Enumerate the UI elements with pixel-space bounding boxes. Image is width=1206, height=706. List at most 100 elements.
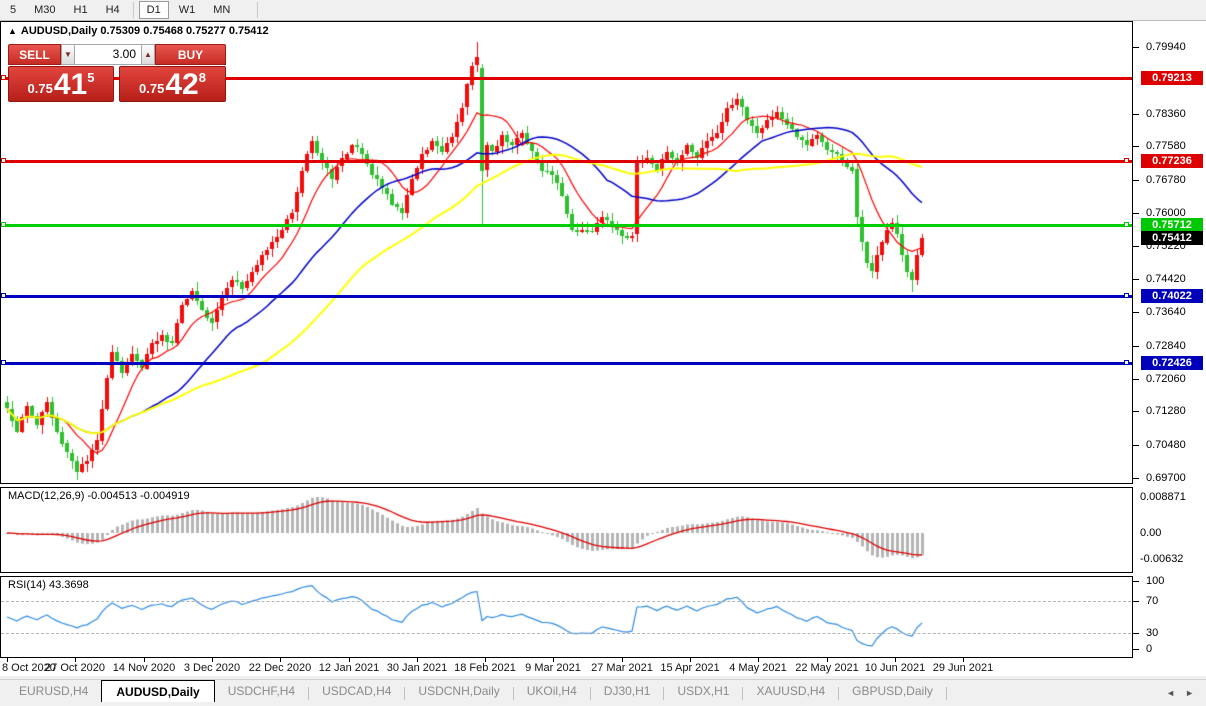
date-axis-label: 18 Feb 2021 bbox=[454, 662, 516, 674]
level-line-left-marker[interactable] bbox=[1, 158, 6, 163]
one-click-trading-panel: SELL ▼ 3.00 ▲ BUY 0.75 41 5 0.75 42 8 bbox=[8, 44, 226, 102]
tab-usdx-h1[interactable]: USDX,H1 bbox=[664, 680, 742, 701]
tabs-scroll-left-icon[interactable]: ◄ bbox=[1166, 688, 1175, 698]
level-line-left-marker[interactable] bbox=[1, 222, 6, 227]
rsi-axis-label: 0 bbox=[1146, 643, 1153, 655]
volume-decrease-button[interactable]: ▼ bbox=[61, 44, 75, 65]
price-badge: 0.74022 bbox=[1141, 289, 1203, 303]
rsi-axis-tick bbox=[1133, 581, 1139, 582]
tab-scroll-arrows: ◄ ► bbox=[1166, 680, 1206, 706]
price-axis-tick bbox=[1133, 279, 1139, 280]
date-axis-label: 22 Dec 2020 bbox=[248, 662, 312, 674]
rsi-axis-tick bbox=[1133, 649, 1139, 650]
price-axis-label: 0.73640 bbox=[1146, 306, 1186, 318]
price-axis-tick bbox=[1133, 114, 1139, 115]
rsi-label: RSI(14) 43.3698 bbox=[8, 579, 89, 591]
tab-audusd-daily[interactable]: AUDUSD,Daily bbox=[101, 680, 215, 702]
level-line-left-marker[interactable] bbox=[1, 293, 6, 298]
tabs-scroll-right-icon[interactable]: ► bbox=[1185, 688, 1194, 698]
price-axis-tick bbox=[1133, 445, 1139, 446]
level-line-left-marker[interactable] bbox=[1, 360, 6, 365]
tab-usdchf-h4[interactable]: USDCHF,H4 bbox=[215, 680, 308, 701]
price-axis-label: 0.76780 bbox=[1146, 174, 1186, 186]
horizontal-level-line[interactable] bbox=[0, 159, 1132, 163]
level-line-right-marker[interactable] bbox=[1124, 293, 1129, 298]
date-axis-label: 30 Jan 2021 bbox=[386, 662, 448, 674]
date-axis-label: 15 Apr 2021 bbox=[660, 662, 720, 674]
date-axis-label: 10 Jun 2021 bbox=[864, 662, 926, 674]
sell-price-pip: 5 bbox=[87, 70, 95, 85]
macd-axis-max: 0.008871 bbox=[1140, 491, 1186, 503]
horizontal-level-line[interactable] bbox=[0, 361, 1132, 365]
rsi-level-line bbox=[1, 633, 1131, 634]
horizontal-level-line[interactable] bbox=[0, 294, 1132, 298]
chart-title-text: AUDUSD,Daily 0.75309 0.75468 0.75277 0.7… bbox=[20, 25, 269, 37]
price-axis-tick bbox=[1133, 47, 1139, 48]
tab-usdcad-h4[interactable]: USDCAD,H4 bbox=[309, 680, 404, 701]
tab-dj30-h1[interactable]: DJ30,H1 bbox=[591, 680, 664, 701]
date-axis-label: 29 Jun 2021 bbox=[932, 662, 994, 674]
date-axis-label: 3 Dec 2020 bbox=[183, 662, 241, 674]
price-axis-tick bbox=[1133, 346, 1139, 347]
date-axis-label: 14 Nov 2020 bbox=[112, 662, 176, 674]
buy-price-box[interactable]: 0.75 42 8 bbox=[119, 66, 226, 102]
collapse-arrow-icon[interactable]: ▲ bbox=[8, 26, 17, 36]
rsi-axis-label: 100 bbox=[1146, 575, 1165, 587]
tab-eurusd-h4[interactable]: EURUSD,H4 bbox=[6, 680, 101, 701]
price-axis-tick bbox=[1133, 246, 1139, 247]
date-axis-label: 27 Mar 2021 bbox=[591, 662, 653, 674]
chart-canvas[interactable] bbox=[0, 0, 1206, 705]
level-line-right-marker[interactable] bbox=[1124, 360, 1129, 365]
buy-price-pip: 8 bbox=[198, 70, 206, 85]
buy-price-main: 42 bbox=[165, 68, 199, 101]
price-axis-tick bbox=[1133, 146, 1139, 147]
tab-usdcnh-daily[interactable]: USDCNH,Daily bbox=[405, 680, 512, 701]
horizontal-level-line[interactable] bbox=[0, 223, 1132, 227]
volume-increase-button[interactable]: ▲ bbox=[141, 44, 155, 65]
price-axis-tick bbox=[1133, 312, 1139, 313]
price-axis-label: 0.70480 bbox=[1146, 439, 1186, 451]
date-axis-label: 22 May 2021 bbox=[795, 662, 859, 674]
sell-price-box[interactable]: 0.75 41 5 bbox=[8, 66, 114, 102]
tab-gbpusd-daily[interactable]: GBPUSD,Daily bbox=[839, 680, 946, 701]
level-line-left-marker[interactable] bbox=[1, 75, 6, 80]
price-axis-tick bbox=[1133, 379, 1139, 380]
date-axis-label: 27 Oct 2020 bbox=[45, 662, 105, 674]
price-axis-tick bbox=[1133, 478, 1139, 479]
sell-button[interactable]: SELL bbox=[8, 44, 61, 65]
price-axis-label: 0.79940 bbox=[1146, 41, 1186, 53]
price-badge: 0.79213 bbox=[1141, 71, 1203, 85]
price-axis-label: 0.72060 bbox=[1146, 373, 1186, 385]
volume-input[interactable]: 3.00 bbox=[75, 44, 141, 65]
price-axis-tick bbox=[1133, 180, 1139, 181]
price-axis-label: 0.77580 bbox=[1146, 140, 1186, 152]
date-axis-label: 9 Mar 2021 bbox=[525, 662, 581, 674]
rsi-axis-tick bbox=[1133, 601, 1139, 602]
date-axis-label: 4 May 2021 bbox=[729, 662, 787, 674]
price-axis-label: 0.78360 bbox=[1146, 108, 1186, 120]
price-badge: 0.75712 bbox=[1141, 218, 1203, 232]
tab-ukoil-h4[interactable]: UKOil,H4 bbox=[514, 680, 590, 701]
price-badge: 0.75412 bbox=[1141, 231, 1203, 245]
price-badge: 0.77236 bbox=[1141, 154, 1203, 168]
volume-spinner: ▼ 3.00 ▲ bbox=[61, 44, 155, 65]
tab-xauusd-h4[interactable]: XAUUSD,H4 bbox=[743, 680, 838, 701]
sell-price-main: 41 bbox=[53, 68, 88, 101]
price-axis-label: 0.69700 bbox=[1146, 472, 1186, 484]
price-axis-tick bbox=[1133, 213, 1139, 214]
rsi-level-line bbox=[1, 601, 1131, 602]
level-line-right-marker[interactable] bbox=[1124, 222, 1129, 227]
price-axis-label: 0.71280 bbox=[1146, 405, 1186, 417]
buy-button[interactable]: BUY bbox=[155, 44, 226, 65]
tab-separator bbox=[945, 686, 947, 700]
rsi-axis-label: 70 bbox=[1146, 595, 1159, 607]
rsi-axis-tick bbox=[1133, 633, 1139, 634]
rsi-axis-label: 30 bbox=[1146, 627, 1159, 639]
date-axis-label: 12 Jan 2021 bbox=[318, 662, 380, 674]
price-axis-tick bbox=[1133, 411, 1139, 412]
chart-title: ▲ AUDUSD,Daily 0.75309 0.75468 0.75277 0.… bbox=[8, 25, 269, 37]
level-line-right-marker[interactable] bbox=[1124, 158, 1129, 163]
price-axis-label: 0.74420 bbox=[1146, 273, 1186, 285]
macd-label: MACD(12,26,9) -0.004513 -0.004919 bbox=[8, 490, 190, 502]
symbol-tab-bar: EURUSD,H4 AUDUSD,Daily USDCHF,H4 USDCAD,H4 U… bbox=[0, 679, 1206, 706]
